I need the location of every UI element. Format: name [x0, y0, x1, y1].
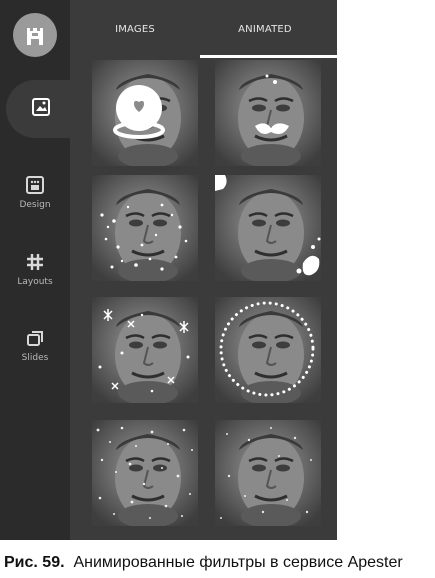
grid-dots-icon	[26, 176, 44, 194]
filter-paint-splash[interactable]	[215, 175, 321, 281]
app-window: Design Layouts Slides IMAGES ANIMATED	[0, 0, 337, 540]
sidebar-item-label: Layouts	[17, 277, 53, 287]
sidebar-item-images[interactable]	[6, 80, 76, 138]
sidebar-item-layouts[interactable]: Layouts	[0, 252, 70, 312]
figure-caption-text: Анимированные фильтры в сервисе Apester	[73, 554, 403, 571]
filter-sparkle-burst[interactable]	[92, 175, 198, 281]
figure-number: Рис. 59.	[4, 554, 65, 571]
filter-dotted-circle[interactable]	[215, 297, 321, 403]
sidebar-item-label: Design	[19, 200, 51, 210]
active-tab-indicator	[200, 55, 337, 58]
sidebar-item-label: Slides	[21, 353, 49, 363]
filter-snow-light[interactable]	[215, 420, 321, 526]
sidebar-item-slides[interactable]: Slides	[0, 328, 70, 388]
filter-heart-bubble[interactable]	[92, 60, 198, 166]
image-icon	[32, 98, 50, 116]
hash-icon	[27, 254, 43, 270]
sidebar: Design Layouts Slides	[0, 0, 76, 540]
tab-images[interactable]: IMAGES	[70, 0, 200, 60]
filter-snow-heavy[interactable]	[92, 420, 198, 526]
sidebar-item-design[interactable]: Design	[0, 175, 70, 235]
animated-filters-grid	[70, 60, 337, 540]
filter-snowflakes[interactable]	[92, 297, 198, 403]
tab-animated[interactable]: ANIMATED	[200, 0, 330, 60]
figure-caption: Рис. 59. Анимированные фильтры в сервисе…	[4, 554, 403, 572]
apester-logo-icon[interactable]	[13, 13, 57, 57]
tab-bar: IMAGES ANIMATED	[70, 0, 337, 60]
filter-mustache[interactable]	[215, 60, 321, 166]
slides-icon	[27, 331, 43, 346]
